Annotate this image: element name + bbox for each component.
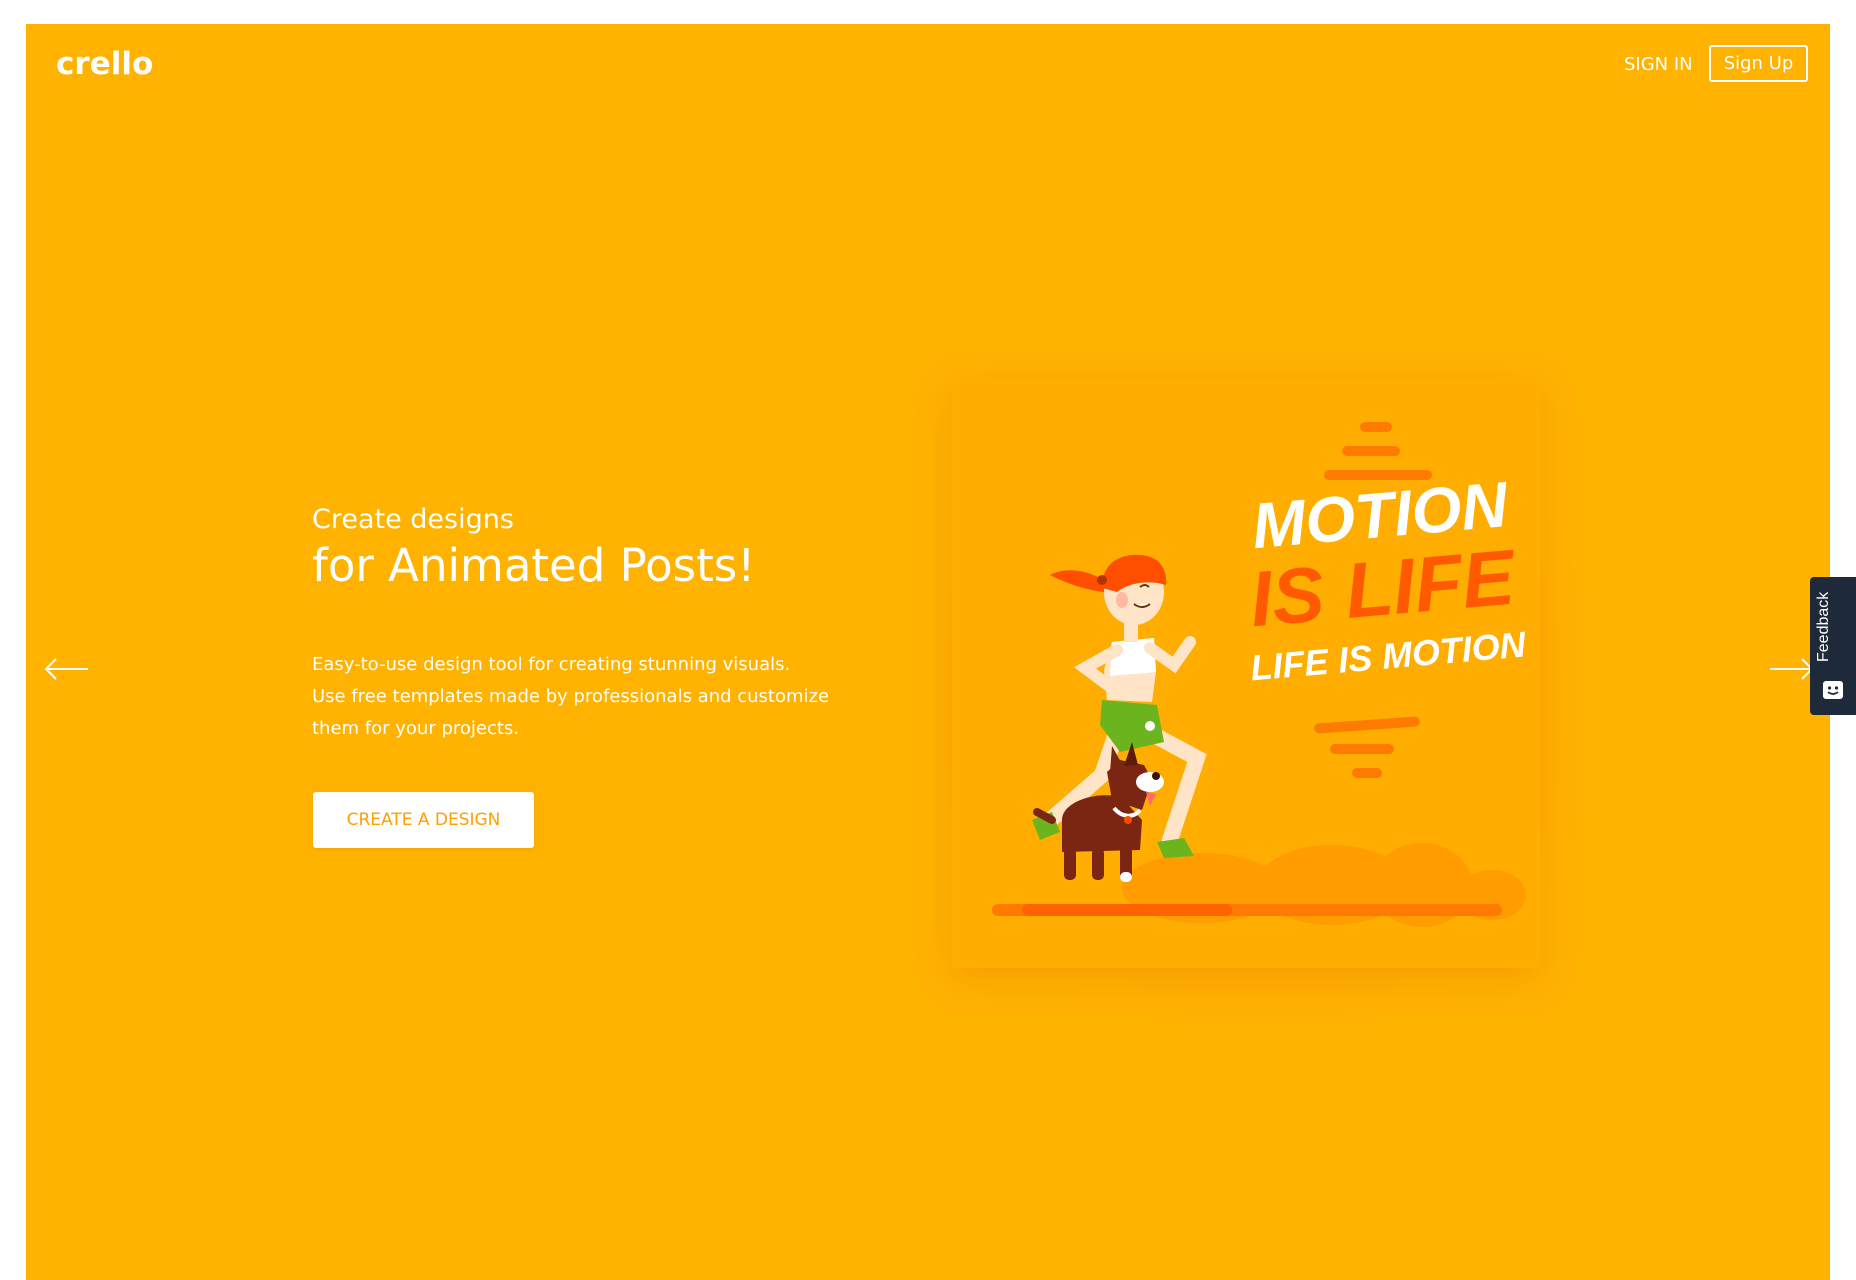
crello-logo[interactable]: crello	[56, 46, 153, 82]
arrow-right-icon[interactable]	[1766, 654, 1816, 684]
feedback-smiley-icon	[1822, 679, 1844, 705]
hero-section: crello SIGN IN Sign Up Create designs fo…	[26, 24, 1830, 1280]
template-preview-card[interactable]: MOTION IS LIFE LIFE IS MOTION	[952, 380, 1540, 968]
hero-description: Easy-to-use design tool for creating stu…	[312, 649, 872, 745]
create-design-button[interactable]: CREATE A DESIGN	[313, 792, 534, 848]
feedback-tab[interactable]: Feedback	[1810, 577, 1856, 715]
hero-title: for Animated Posts!	[312, 539, 756, 592]
sign-in-link[interactable]: SIGN IN	[1624, 49, 1693, 81]
hero-description-line: Use free templates made by professionals…	[312, 686, 830, 707]
feedback-label: Feedback	[1815, 591, 1832, 663]
running-girl-illustration: MOTION IS LIFE LIFE IS MOTION	[992, 422, 1528, 927]
hero-subtitle: Create designs	[312, 504, 514, 535]
arrow-left-icon[interactable]	[42, 654, 92, 684]
hero-description-line: Easy-to-use design tool for creating stu…	[312, 654, 791, 675]
hero-description-line: them for your projects.	[312, 718, 520, 739]
sign-up-button[interactable]: Sign Up	[1709, 45, 1808, 82]
